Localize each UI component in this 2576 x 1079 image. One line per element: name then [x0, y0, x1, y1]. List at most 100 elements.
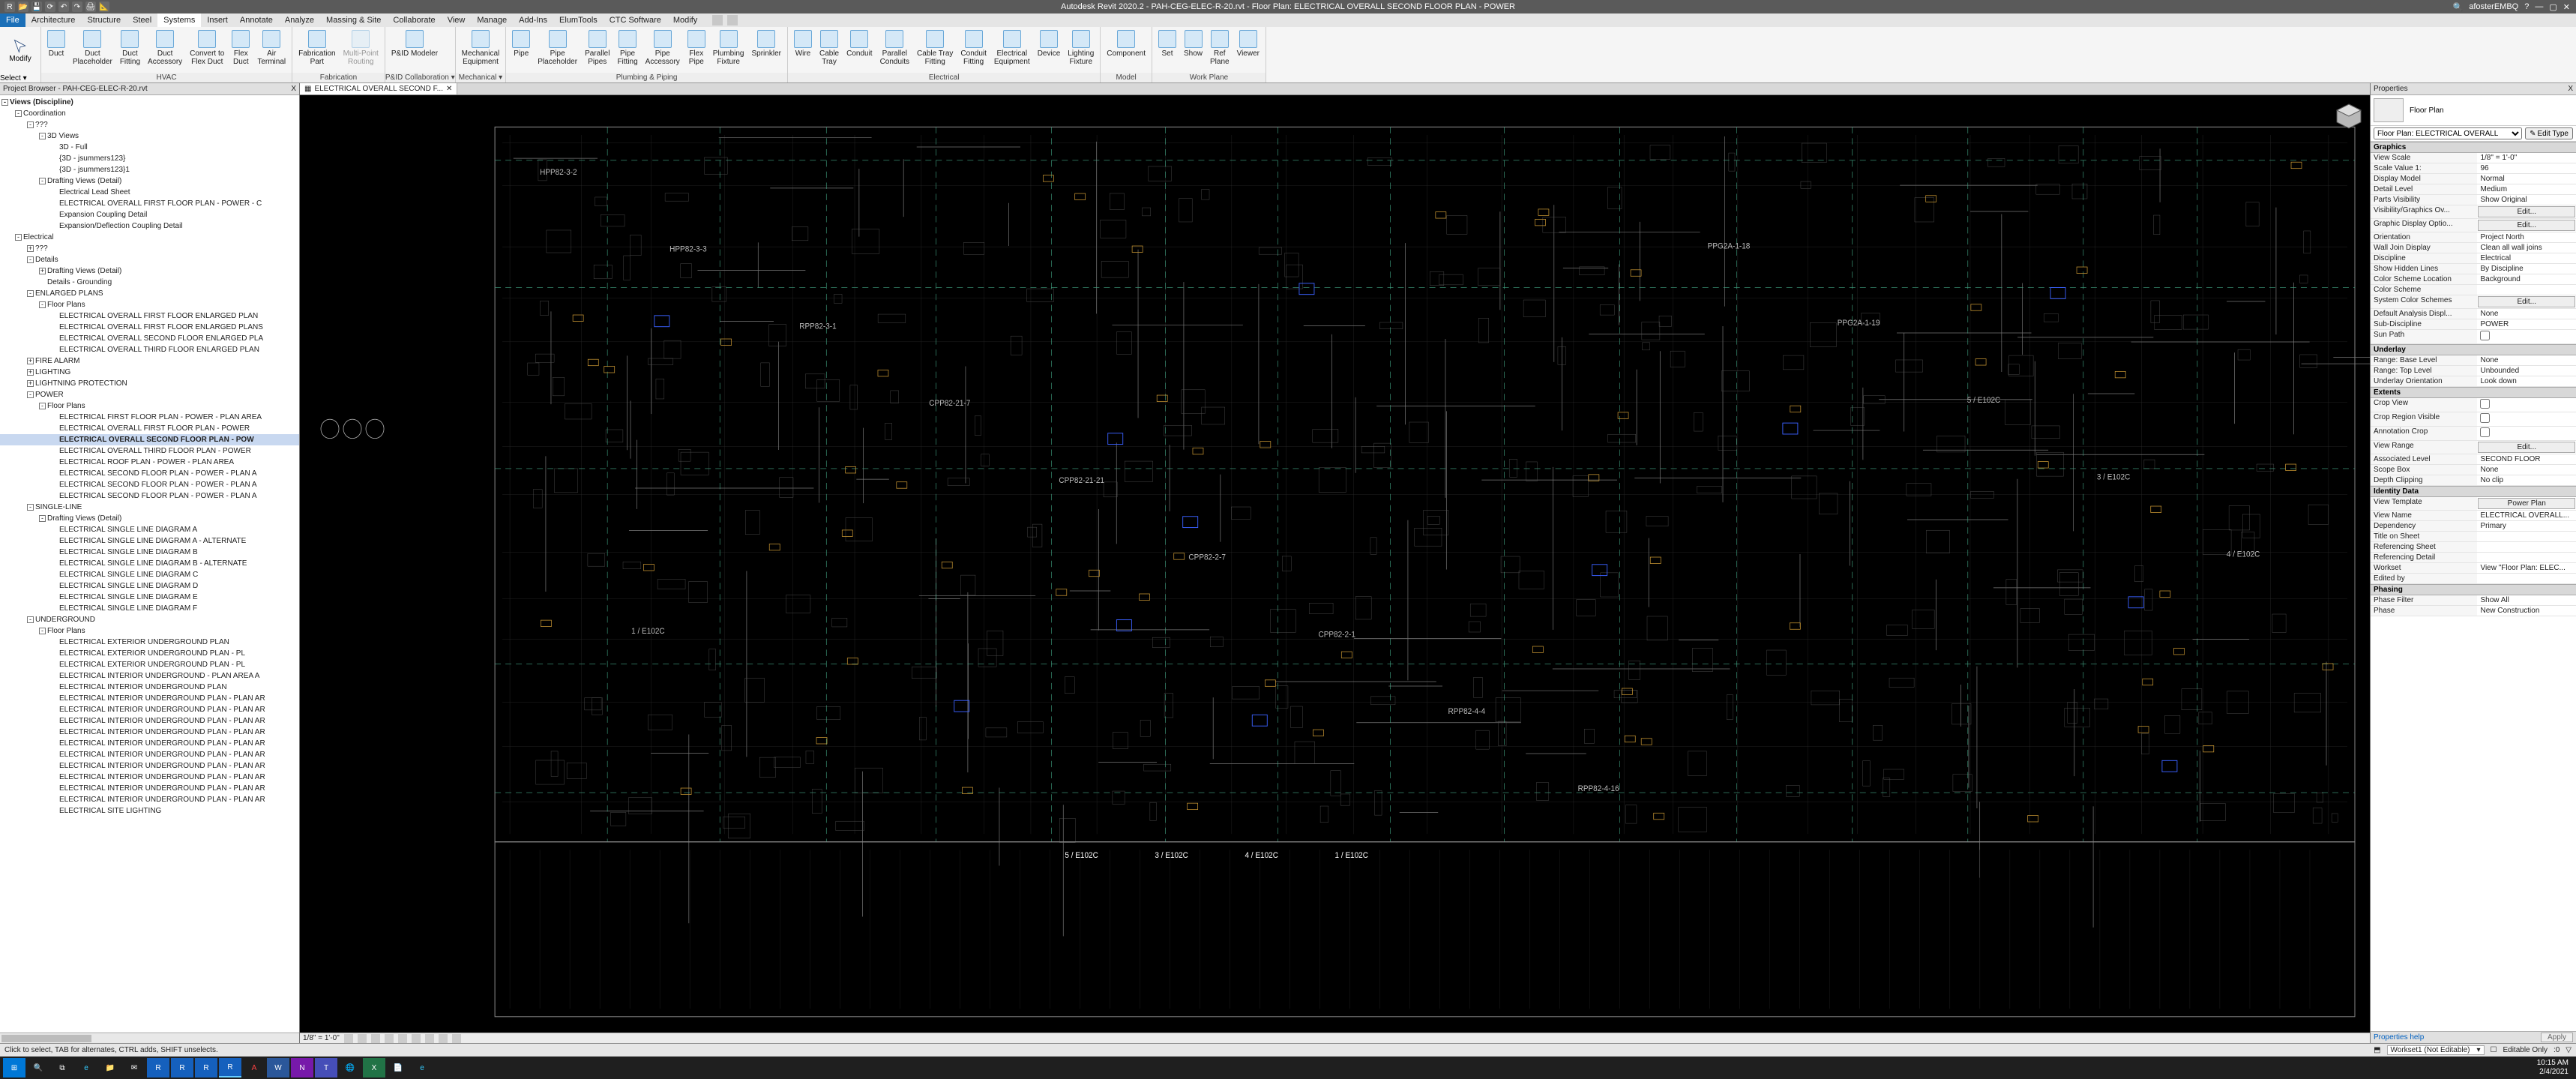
prop-value[interactable]: ELECTRICAL OVERALL... [2477, 511, 2576, 520]
prop-value[interactable]: 96 [2477, 163, 2576, 173]
ribbon-cable-tray-fitting-button[interactable]: Cable Tray Fitting [914, 28, 956, 71]
tree-node[interactable]: Electrical Lead Sheet [0, 187, 299, 198]
project-browser-hscroll[interactable] [0, 1033, 299, 1043]
tab-collaborate[interactable]: Collaborate [387, 13, 441, 27]
tab-modify[interactable]: Modify [667, 13, 703, 27]
tree-node[interactable]: ELECTRICAL SINGLE LINE DIAGRAM A - ALTER… [0, 535, 299, 547]
qat-undo-icon[interactable]: ↶ [58, 1, 69, 12]
prop-value[interactable]: 1/8" = 1'-0" [2477, 153, 2576, 163]
qat-redo-icon[interactable]: ↷ [72, 1, 82, 12]
tree-node[interactable]: ELECTRICAL OVERALL FIRST FLOOR PLAN - PO… [0, 423, 299, 434]
project-browser-tree[interactable]: -Views (Discipline)-Coordination-???-3D … [0, 95, 299, 1033]
workset-icon[interactable]: ⬒ [2374, 1046, 2380, 1054]
ribbon-duct-fitting-button[interactable]: Duct Fitting [117, 28, 143, 71]
tree-node[interactable]: ELECTRICAL SITE LIGHTING [0, 805, 299, 817]
ribbon-panel-title[interactable]: P&ID Collaboration ▾ [385, 73, 455, 82]
ribbon-duct-placeholder-button[interactable]: Duct Placeholder [70, 28, 115, 71]
prop-value[interactable] [2477, 532, 2576, 541]
prop-category[interactable]: Phasing [2371, 584, 2576, 595]
worksharing-display-icon[interactable] [452, 1034, 461, 1043]
tab-add-ins[interactable]: Add-Ins [513, 13, 553, 27]
tree-node[interactable]: ELECTRICAL EXTERIOR UNDERGROUND PLAN - P… [0, 659, 299, 670]
system-clock[interactable]: 10:15 AM 2/4/2021 [2537, 1059, 2573, 1077]
prop-value[interactable] [2477, 285, 2576, 295]
window-minimize-button[interactable]: — [2535, 2, 2543, 11]
prop-value[interactable] [2477, 574, 2576, 583]
tree-node[interactable]: -Floor Plans [0, 299, 299, 310]
revit-icon-3[interactable]: R [195, 1058, 217, 1078]
ribbon-plumbing-fixture-button[interactable]: Plumbing Fixture [710, 28, 747, 71]
prop-value[interactable]: None [2477, 465, 2576, 475]
onenote-icon[interactable]: N [291, 1058, 313, 1078]
properties-help-link[interactable]: Properties help [2374, 1033, 2424, 1042]
ribbon-flex-pipe-button[interactable]: Flex Pipe [684, 28, 708, 71]
ribbon-pipe-fitting-button[interactable]: Pipe Fitting [614, 28, 640, 71]
tab-structure[interactable]: Structure [81, 13, 127, 27]
tree-node[interactable]: -Drafting Views (Detail) [0, 513, 299, 524]
prop-edit-button[interactable]: Edit... [2478, 206, 2575, 217]
ribbon-panel-title[interactable]: Electrical [788, 73, 1100, 82]
view-tab-active[interactable]: ▦ ELECTRICAL OVERALL SECOND F... ✕ [300, 83, 457, 94]
tree-node[interactable]: -UNDERGROUND [0, 614, 299, 625]
ribbon-pipe-placeholder-button[interactable]: Pipe Placeholder [535, 28, 580, 71]
tree-node[interactable]: ELECTRICAL INTERIOR UNDERGROUND PLAN - P… [0, 772, 299, 783]
tab-view[interactable]: View [442, 13, 472, 27]
prop-value[interactable]: Normal [2477, 174, 2576, 184]
prop-value[interactable] [2477, 412, 2576, 426]
prop-value[interactable]: Show Original [2477, 195, 2576, 205]
ribbon-pipe-button[interactable]: Pipe [509, 28, 533, 71]
tab-insert[interactable]: Insert [201, 13, 234, 27]
prop-value[interactable]: Project North [2477, 232, 2576, 242]
detail-level-icon[interactable] [344, 1034, 353, 1043]
ie-icon[interactable]: e [411, 1058, 433, 1078]
prop-value[interactable] [2477, 427, 2576, 440]
ribbon-wire-button[interactable]: Wire [791, 28, 815, 71]
ribbon-conduit-button[interactable]: Conduit [843, 28, 875, 71]
revit-icon-2[interactable]: R [171, 1058, 193, 1078]
ribbon-panel-title[interactable]: Model [1101, 73, 1152, 82]
tree-node[interactable]: ELECTRICAL SECOND FLOOR PLAN - POWER - P… [0, 490, 299, 502]
tree-node[interactable]: ELECTRICAL SECOND FLOOR PLAN - POWER - P… [0, 479, 299, 490]
tree-node[interactable]: ELECTRICAL OVERALL FIRST FLOOR PLAN - PO… [0, 198, 299, 209]
tree-node[interactable]: {3D - jsummers123}1 [0, 164, 299, 175]
qat-sync-icon[interactable]: ⟳ [45, 1, 55, 12]
ribbon-mechanical-equipment-button[interactable]: Mechanical Equipment [459, 28, 503, 71]
word-icon[interactable]: W [267, 1058, 289, 1078]
ribbon-parallel-conduits-button[interactable]: Parallel Conduits [877, 28, 912, 71]
help-icon[interactable]: ? [2524, 2, 2529, 11]
mail-icon[interactable]: ✉ [123, 1058, 145, 1078]
revit-icon[interactable]: R [147, 1058, 169, 1078]
explorer-icon[interactable]: 📁 [99, 1058, 121, 1078]
excel-icon[interactable]: X [363, 1058, 385, 1078]
prop-category[interactable]: Identity Data [2371, 486, 2576, 497]
tree-node[interactable]: ELECTRICAL SINGLE LINE DIAGRAM B - ALTER… [0, 558, 299, 569]
tree-node[interactable]: 3D - Full [0, 142, 299, 153]
ribbon-minimize-icon[interactable] [727, 15, 738, 25]
window-close-button[interactable]: ✕ [2563, 2, 2570, 12]
tree-node[interactable]: ELECTRICAL OVERALL SECOND FLOOR ENLARGED… [0, 333, 299, 344]
tree-node[interactable]: -Floor Plans [0, 400, 299, 412]
hide-isolate-icon[interactable] [425, 1034, 434, 1043]
tree-node[interactable]: ELECTRICAL INTERIOR UNDERGROUND PLAN - P… [0, 693, 299, 704]
ribbon-parallel-pipes-button[interactable]: Parallel Pipes [582, 28, 613, 71]
visual-style-icon[interactable] [358, 1034, 367, 1043]
ribbon-fabrication-part-button[interactable]: Fabrication Part [295, 28, 338, 71]
prop-value[interactable] [2477, 553, 2576, 562]
tree-root[interactable]: -Views (Discipline) [0, 97, 299, 108]
ribbon-pipe-accessory-button[interactable]: Pipe Accessory [643, 28, 683, 71]
tree-node[interactable]: -Electrical [0, 232, 299, 243]
prop-value[interactable] [2477, 330, 2576, 343]
tree-node[interactable]: ELECTRICAL SINGLE LINE DIAGRAM D [0, 580, 299, 592]
ribbon-show-button[interactable]: Show [1181, 28, 1206, 71]
tree-node[interactable]: ELECTRICAL OVERALL THIRD FLOOR ENLARGED … [0, 344, 299, 355]
tab-annotate[interactable]: Annotate [234, 13, 279, 27]
tab-file[interactable]: File [0, 13, 25, 27]
tree-node[interactable]: ELECTRICAL INTERIOR UNDERGROUND PLAN - P… [0, 715, 299, 727]
view-tab-close-icon[interactable]: ✕ [446, 85, 452, 93]
tree-node[interactable]: -Floor Plans [0, 625, 299, 637]
prop-value[interactable] [2477, 542, 2576, 552]
tree-node[interactable]: -POWER [0, 389, 299, 400]
tree-node[interactable]: +LIGHTING [0, 367, 299, 378]
prop-value[interactable]: View "Floor Plan: ELEC... [2477, 563, 2576, 573]
ribbon-electrical-equipment-button[interactable]: Electrical Equipment [991, 28, 1033, 71]
